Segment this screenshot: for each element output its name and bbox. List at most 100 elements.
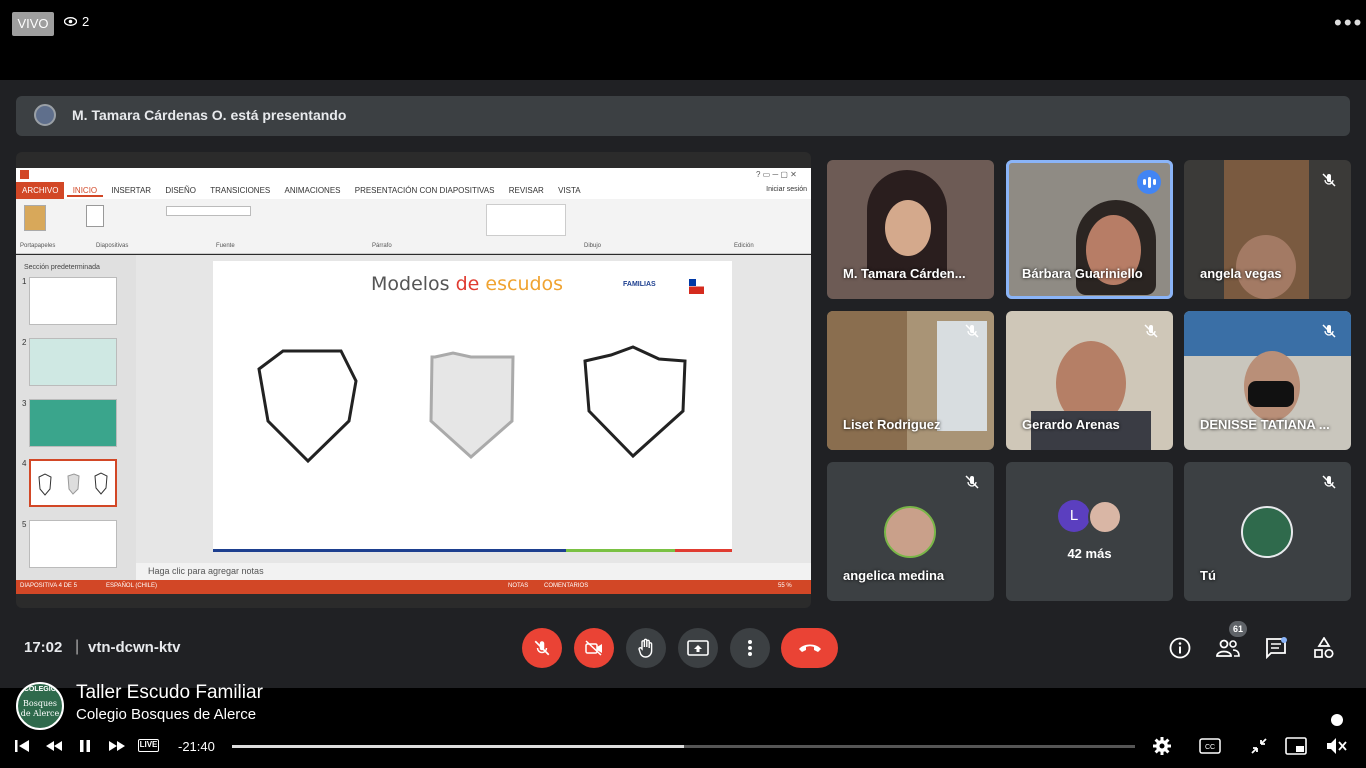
slide-thumbnails: Sección predeterminada 1 2 3 4 5 (16, 255, 136, 580)
new-slide-icon[interactable] (86, 205, 104, 227)
participant-tile[interactable]: M. Tamara Cárden... (827, 160, 994, 299)
svg-text:CC: CC (1205, 744, 1215, 751)
more-participants-tile[interactable]: L 42 más (1006, 462, 1173, 601)
thumb-number: 3 (22, 399, 27, 408)
shield-thumb-icon (38, 472, 108, 496)
stream-top-bar (0, 0, 1366, 80)
slide-thumb-4-selected[interactable] (29, 459, 117, 507)
shapes-gallery[interactable] (486, 204, 566, 236)
tab-inicio[interactable]: INICIO (66, 182, 104, 197)
participant-avatar-letter: L (1058, 500, 1090, 532)
mic-off-icon (534, 640, 550, 656)
activities-button[interactable] (1312, 636, 1336, 660)
section-label: Sección predeterminada (24, 264, 100, 271)
participant-tile[interactable]: Liset Rodriguez (827, 311, 994, 450)
phone-hangup-icon (798, 644, 821, 652)
minimize-button[interactable] (1248, 736, 1270, 756)
skip-back-button[interactable] (11, 736, 33, 756)
camera-toggle-button[interactable] (574, 628, 614, 668)
thumb-number: 2 (22, 338, 27, 347)
fast-forward-button[interactable] (106, 736, 128, 756)
collapse-icon (1251, 738, 1267, 754)
mic-toggle-button[interactable] (522, 628, 562, 668)
chat-button[interactable] (1264, 636, 1288, 660)
presenter-avatar (34, 104, 56, 126)
participant-tile[interactable]: angelica medina (827, 462, 994, 601)
slide-thumb-1[interactable] (29, 277, 117, 325)
tab-archivo[interactable]: ARCHIVO (16, 182, 65, 199)
tab-transiciones[interactable]: TRANSICIONES (204, 182, 276, 195)
tab-vista[interactable]: VISTA (552, 182, 587, 195)
meeting-clock: 17:02 (24, 639, 63, 656)
font-name-field[interactable] (166, 206, 251, 216)
signin-link[interactable]: Iniciar sesión (766, 186, 807, 193)
thumb-number: 1 (22, 277, 27, 286)
picture-in-picture-button[interactable] (1285, 736, 1307, 756)
participant-name: DENISSE TATIANA ... (1200, 417, 1330, 432)
status-zoom[interactable]: 55 % (778, 583, 792, 589)
slide-thumb-3[interactable] (29, 399, 117, 447)
present-icon (687, 640, 709, 656)
more-options-button[interactable] (730, 628, 770, 668)
participant-avatar (884, 506, 936, 558)
status-notes[interactable]: NOTAS (508, 583, 528, 589)
ppt-titlebar: ? ▭ ─ ▢ ✕ (16, 168, 811, 182)
settings-button[interactable] (1151, 736, 1173, 756)
live-indicator[interactable]: LIVE (138, 739, 159, 752)
thumb-number: 5 (22, 520, 27, 529)
mic-off-icon (1144, 324, 1158, 338)
participants-button[interactable] (1216, 636, 1240, 660)
more-participants-label: 42 más (1067, 546, 1112, 561)
paste-icon[interactable] (24, 205, 46, 231)
video-title[interactable]: Taller Escudo Familiar (76, 682, 263, 704)
participant-avatar (1088, 500, 1122, 534)
channel-name[interactable]: Colegio Bosques de Alerce (76, 706, 256, 723)
participant-tile-speaking[interactable]: Bárbara Guariniello (1006, 160, 1173, 299)
tab-presentacion[interactable]: PRESENTACIÓN CON DIAPOSITIVAS (349, 182, 501, 195)
tab-revisar[interactable]: REVISAR (503, 182, 550, 195)
slide-title-part: de (455, 273, 486, 295)
mute-button[interactable] (1326, 736, 1348, 756)
tab-diseno[interactable]: DISEÑO (159, 182, 202, 195)
self-tile[interactable]: Tú (1184, 462, 1351, 601)
participant-tile[interactable]: DENISSE TATIANA ... (1184, 311, 1351, 450)
more-options-icon[interactable]: • • • (1334, 10, 1361, 36)
cc-icon: CC (1199, 738, 1221, 754)
end-call-button[interactable] (781, 628, 838, 668)
captions-button[interactable]: CC (1199, 736, 1221, 756)
hand-icon (638, 638, 653, 658)
chile-flag-icon (689, 279, 704, 294)
present-screen-button[interactable] (678, 628, 718, 668)
shield-models (257, 345, 687, 464)
rewind-icon (46, 741, 62, 751)
participant-tile[interactable]: angela vegas (1184, 160, 1351, 299)
mic-off-icon (1322, 173, 1336, 187)
slide-thumb-5[interactable] (29, 520, 117, 568)
window-controls-icon[interactable]: ? ▭ ─ ▢ ✕ (756, 170, 797, 179)
slide-title: Modelos de escudos (371, 273, 563, 295)
logo-text: de Alerce (20, 709, 60, 718)
status-comments[interactable]: COMENTARIOS (544, 583, 588, 589)
meeting-details-button[interactable] (1168, 636, 1192, 660)
raise-hand-button[interactable] (626, 628, 666, 668)
pip-icon (1285, 737, 1307, 755)
participant-name: M. Tamara Cárden... (843, 266, 966, 281)
volume-knob[interactable] (1331, 714, 1343, 726)
gear-icon (1153, 737, 1171, 755)
notes-pane[interactable]: Haga clic para agregar notas (136, 563, 811, 580)
channel-logo[interactable]: COLEGIO Bosques de Alerce (16, 682, 64, 730)
participant-tile[interactable]: Gerardo Arenas (1006, 311, 1173, 450)
ribbon-group-portapapeles: Portapapeles (20, 243, 56, 249)
ribbon-group-fuente: Fuente (216, 243, 235, 249)
slide-thumb-2[interactable] (29, 338, 117, 386)
slide-footer-stripe (213, 549, 732, 552)
rewind-button[interactable] (43, 736, 65, 756)
tab-animaciones[interactable]: ANIMACIONES (278, 182, 346, 195)
current-slide: Modelos de escudos FAMILIAS (213, 261, 732, 552)
pause-button[interactable] (74, 736, 96, 756)
tab-insertar[interactable]: INSERTAR (105, 182, 157, 195)
viewer-count-value: 2 (82, 14, 90, 29)
separator: | (75, 638, 80, 655)
participant-name: angela vegas (1200, 266, 1282, 281)
participant-name: Tú (1200, 568, 1216, 583)
